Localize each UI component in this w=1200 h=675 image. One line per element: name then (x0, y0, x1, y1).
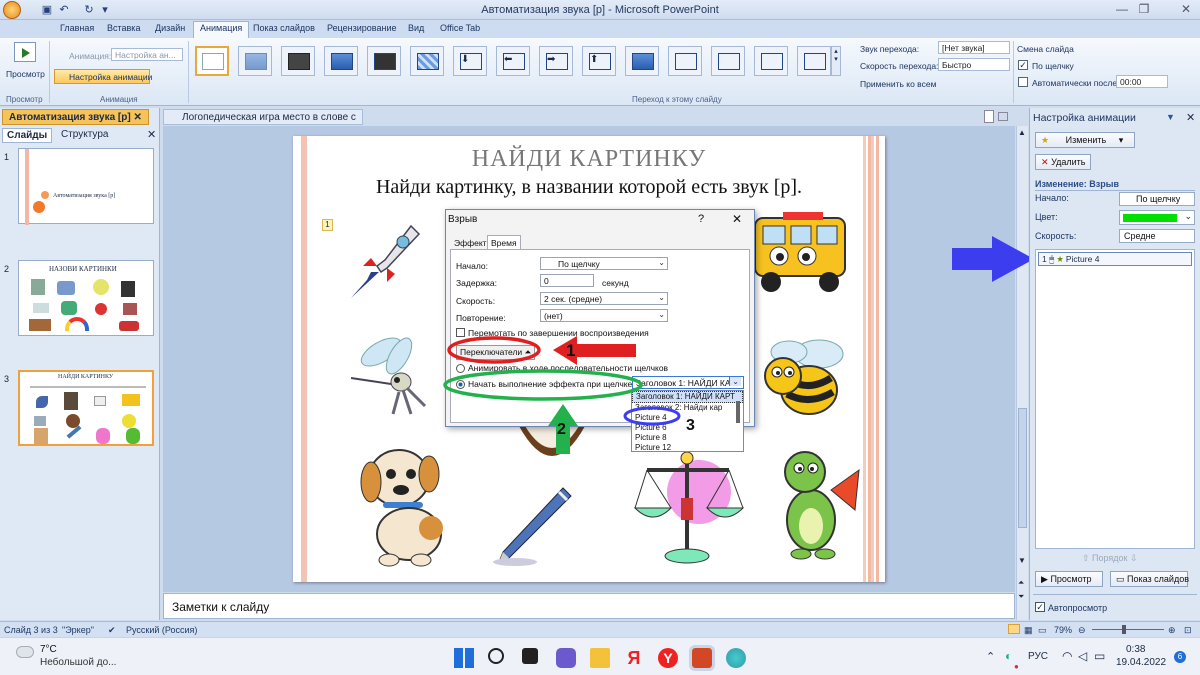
zoom-out-icon[interactable]: ⊖ (1078, 625, 1086, 636)
custom-animation-pane: Настройка анимации ▼ ✕ ★ Изменить ▾ ✕ Уд… (1029, 108, 1200, 620)
delete-icon: ✕ (1041, 157, 1049, 167)
effect-item-name: Picture 4 (1065, 254, 1100, 264)
annotation-number-3: 3 (686, 417, 695, 434)
sorter-view-icon[interactable]: ▦ (1024, 625, 1033, 636)
delete-label: Удалить (1051, 157, 1086, 167)
autopreview-label: Автопросмотр (1048, 603, 1108, 613)
reorder-label: ⇧ Порядок ⇩ (1082, 553, 1138, 563)
speed-label: Скорость: (1035, 231, 1077, 241)
annotation-number-2: 2 (557, 421, 566, 438)
pane-menu-icon[interactable]: ▼ (1166, 112, 1175, 122)
annotation-red-ellipse (447, 336, 541, 364)
autopreview-checkbox[interactable]: ✓ (1035, 602, 1045, 612)
color-select[interactable]: ⌄ (1119, 210, 1195, 225)
task-pane-title: Настройка анимации (1033, 112, 1136, 124)
clock-date[interactable]: 19.04.2022 (1116, 657, 1166, 668)
weather-desc[interactable]: Небольшой до... (40, 657, 116, 668)
mouse-icon: 🖱 (1049, 254, 1055, 264)
change-label: Изменить (1065, 135, 1107, 145)
file-explorer-icon[interactable] (590, 648, 610, 668)
divider (1033, 594, 1197, 595)
notification-badge[interactable]: 6 (1174, 651, 1186, 663)
preview-label: Просмотр (1050, 574, 1092, 584)
weather-icon[interactable] (16, 646, 34, 658)
chat-icon[interactable] (556, 648, 576, 668)
windows-taskbar: 7°C Небольшой до... Я Y ⌃ ◐ ● РУС ◠ ◁ ▭ … (0, 637, 1200, 675)
yandex-browser-icon[interactable]: Y (658, 648, 678, 668)
zoom-slider[interactable] (1092, 629, 1164, 630)
paint-icon[interactable] (726, 648, 746, 668)
annotation-blue-arrow (952, 236, 1034, 282)
spellcheck-icon[interactable]: ✔ (108, 625, 116, 636)
annotation-blue-ellipse (623, 406, 681, 426)
color-label: Цвет: (1035, 212, 1058, 222)
speed-select[interactable]: Средне (1119, 229, 1195, 243)
annotation-green-ellipse (443, 369, 643, 401)
pane-close-icon[interactable]: ✕ (1186, 111, 1195, 124)
slideshow-icon: ▭ (1116, 574, 1125, 584)
tray-chevron-icon[interactable]: ⌃ (986, 650, 995, 663)
weather-temp[interactable]: 7°C (40, 644, 57, 655)
tray-app-icon[interactable]: ◐ (1005, 649, 1012, 663)
search-icon[interactable] (488, 648, 504, 664)
tray-color-icon[interactable]: ● (1014, 662, 1019, 671)
powerpoint-icon[interactable] (689, 645, 715, 671)
start-select[interactable]: По щелчку (1119, 192, 1195, 206)
language[interactable]: Русский (Россия) (126, 625, 197, 635)
annotation-overlay: 1 2 3 (443, 236, 1034, 454)
annotation-number-1: 1 (566, 341, 575, 360)
slideshow-view-icon[interactable]: ▭ (1038, 625, 1047, 636)
yandex-icon[interactable]: Я (624, 648, 644, 668)
theme-name: "Эркер" (62, 625, 94, 635)
zoom-slider-thumb[interactable] (1122, 625, 1126, 634)
input-language[interactable]: РУС (1028, 651, 1048, 662)
preview-button[interactable]: ▶ Просмотр (1035, 571, 1103, 587)
effect-header: Изменение: Взрыв (1035, 179, 1119, 189)
order-label: Порядок (1092, 553, 1128, 563)
color-swatch (1123, 214, 1177, 222)
start-label: Начало: (1035, 193, 1069, 203)
zoom-in-icon[interactable]: ⊕ (1168, 625, 1176, 636)
task-view-icon[interactable] (522, 648, 538, 664)
battery-icon[interactable]: ▭ (1094, 649, 1105, 663)
effect-star-icon: ★ (1056, 254, 1064, 264)
fit-window-icon[interactable]: ⊡ (1184, 625, 1192, 636)
play-icon: ▶ (1041, 574, 1048, 584)
zoom-level[interactable]: 79% (1054, 625, 1072, 635)
slideshow-label: Показ слайдов (1127, 574, 1189, 584)
clock-time[interactable]: 0:38 (1126, 644, 1145, 655)
status-bar: Слайд 3 из 3 "Эркер" ✔ Русский (Россия) … (0, 621, 1200, 637)
effect-list-item[interactable]: 1 🖱 ★ Picture 4 (1038, 252, 1192, 266)
chevron-down-icon: ⌄ (1184, 211, 1192, 221)
effect-item-number: 1 (1042, 254, 1047, 264)
slide-info: Слайд 3 из 3 (4, 625, 58, 635)
slideshow-button[interactable]: ▭ Показ слайдов (1110, 571, 1189, 587)
normal-view-icon[interactable] (1008, 624, 1020, 634)
start-value: По щелчку (1136, 194, 1181, 204)
effects-list: 1 🖱 ★ Picture 4 (1035, 249, 1195, 549)
chevron-down-icon: ▾ (1118, 135, 1124, 145)
wifi-icon[interactable]: ◠ (1062, 649, 1072, 663)
change-effect-button[interactable]: ★ Изменить ▾ (1035, 132, 1135, 148)
star-icon: ★ (1041, 135, 1050, 145)
delete-effect-button[interactable]: ✕ Удалить (1035, 154, 1092, 170)
volume-icon[interactable]: ◁ (1078, 649, 1087, 663)
divider (1035, 190, 1195, 191)
start-icon[interactable] (454, 648, 474, 668)
